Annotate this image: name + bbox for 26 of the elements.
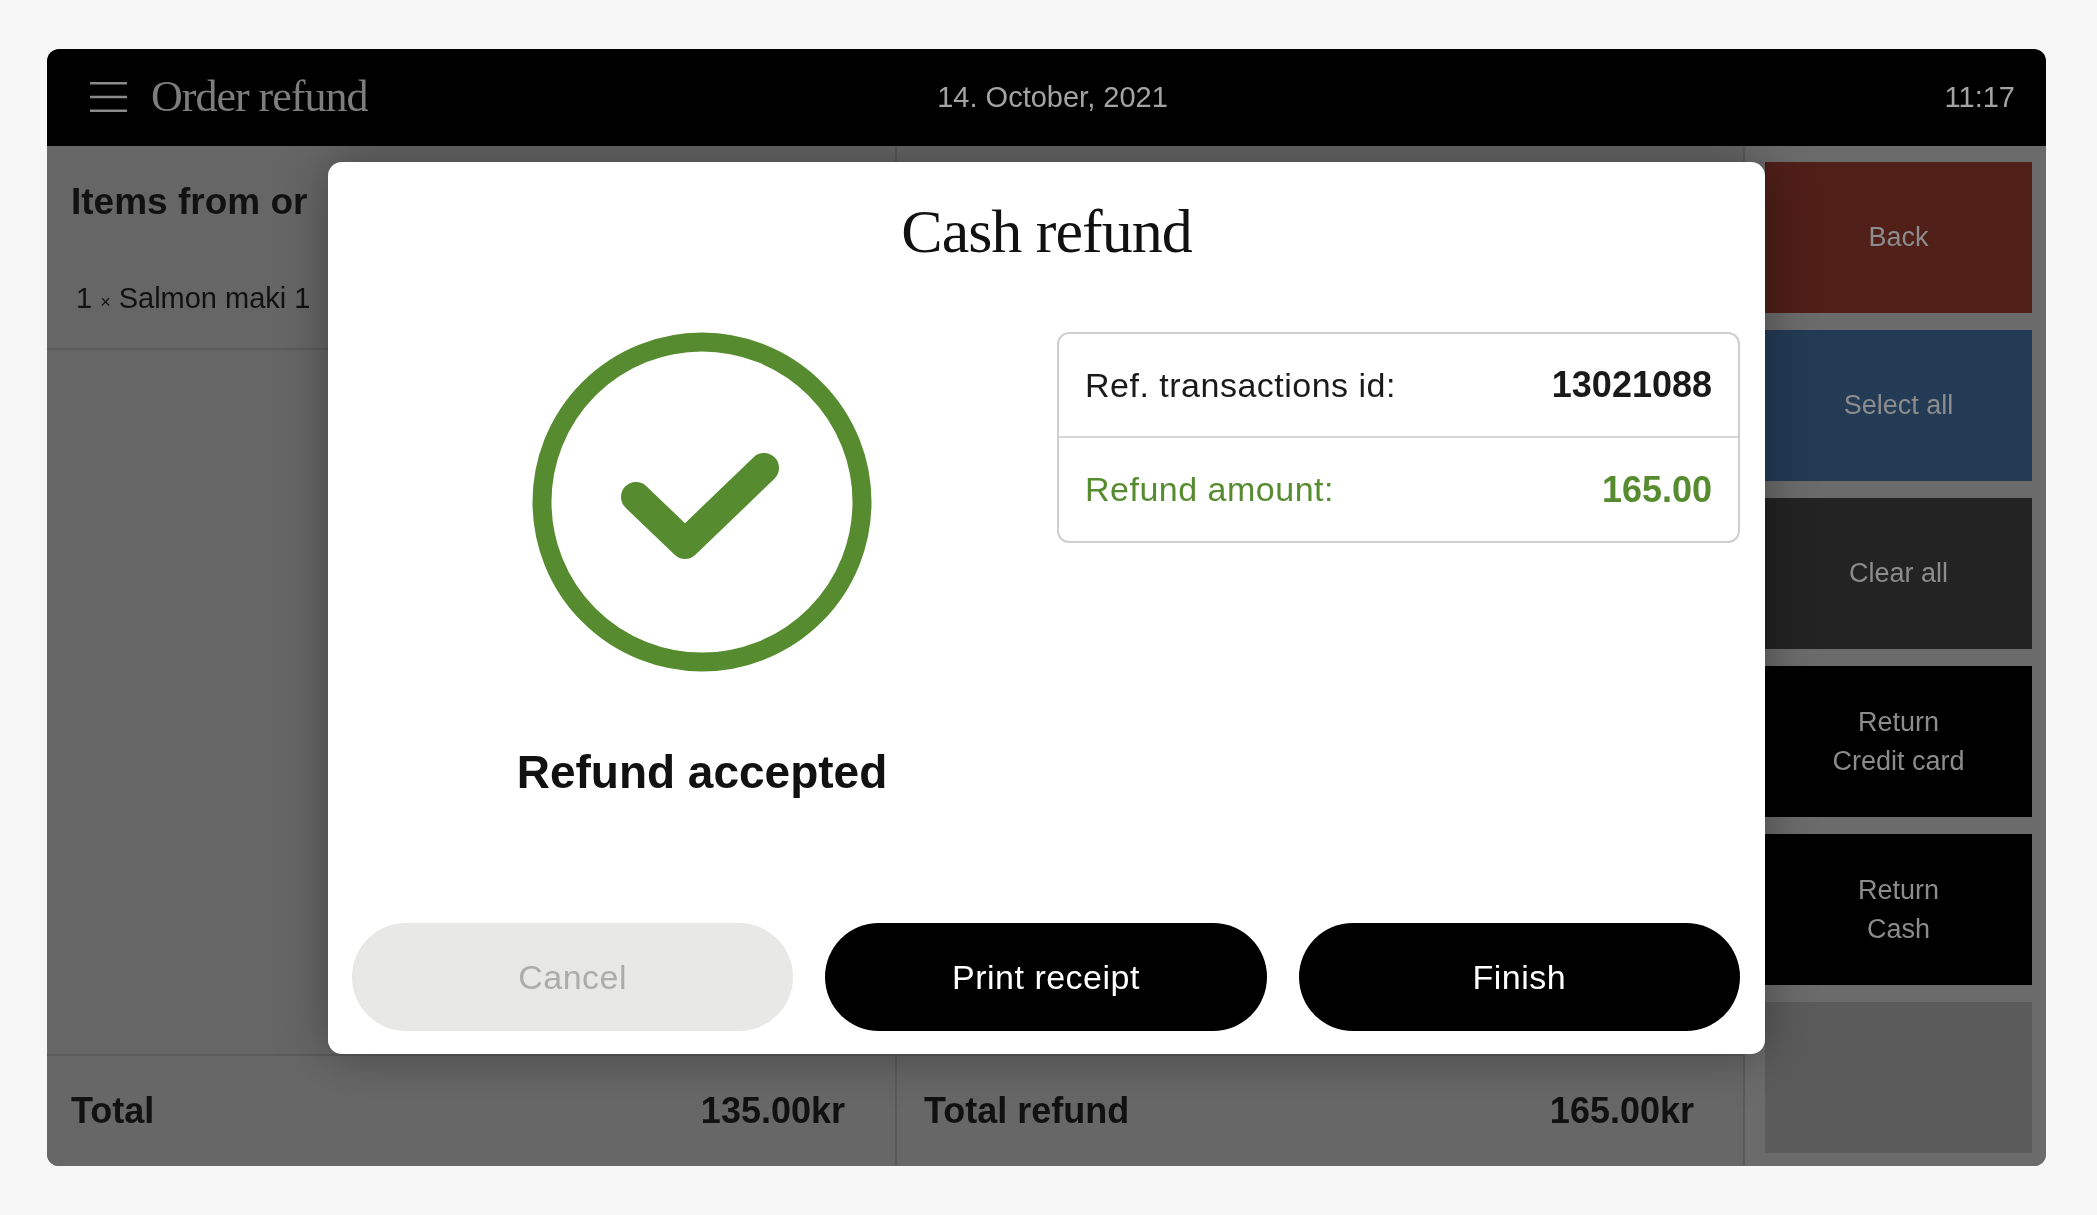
sidebar-button[interactable]: Clear all [1765,498,2032,649]
total-label: Total refund [924,1089,1130,1133]
detail-label: Ref. transactions id: [1085,364,1396,406]
success-check-icon [532,332,872,672]
dialog-button[interactable]: Print receipt [825,923,1267,1031]
status-message: Refund accepted [516,745,888,800]
sidebar-button[interactable]: Select all [1765,330,2032,481]
sidebar-button[interactable]: Back [1765,162,2032,313]
detail-value: 13021088 [1551,363,1712,407]
detail-label: Refund amount: [1085,469,1334,510]
detail-value: 165.00 [1601,467,1712,512]
header-time: 11:17 [1944,79,2015,115]
total-amount: 135.00kr [700,1089,845,1133]
total-label: Total [71,1089,155,1133]
order-items-title: Items from or [70,180,309,224]
header-date: 14. October, 2021 [937,79,1168,115]
item-name: Salmon maki 1 [118,281,311,316]
times-sign: × [100,291,111,314]
menu-icon[interactable] [90,82,127,113]
item-quantity: 1 [76,281,93,316]
dialog-title: Cash refund [901,196,1192,266]
screen-title: Order refund [151,73,368,122]
sidebar-button[interactable]: Return Credit card [1765,666,2032,817]
sidebar-button[interactable]: Return Cash [1765,834,2032,985]
dialog-button[interactable]: Finish [1298,923,1740,1031]
total-amount: 165.00kr [1549,1089,1694,1133]
